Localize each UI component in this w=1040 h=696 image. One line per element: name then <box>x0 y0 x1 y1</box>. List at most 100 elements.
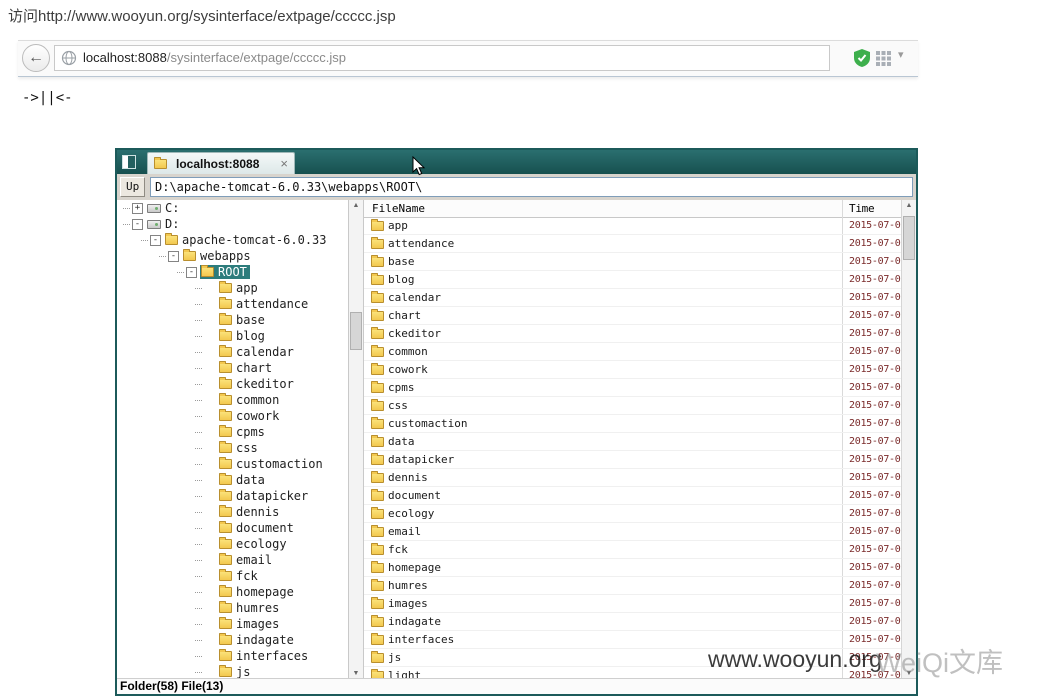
table-row[interactable]: ecology2015-07-09 <box>364 505 901 523</box>
file-name-link[interactable]: css <box>388 399 408 412</box>
window-titlebar[interactable]: localhost:8088 × <box>117 150 916 174</box>
table-row[interactable]: images2015-07-09 <box>364 595 901 613</box>
table-row[interactable]: calendar2015-07-09 <box>364 289 901 307</box>
tree-scroll-down-icon[interactable]: ▼ <box>349 670 363 677</box>
file-name-link[interactable]: images <box>388 597 428 610</box>
tree-item-base[interactable]: base <box>117 312 348 328</box>
tree-item-data[interactable]: data <box>117 472 348 488</box>
file-name-link[interactable]: homepage <box>388 561 441 574</box>
table-row[interactable]: dennis2015-07-09 <box>364 469 901 487</box>
tree-item-apache-tomcat-6-0-33[interactable]: -apache-tomcat-6.0.33 <box>117 232 348 248</box>
file-name-link[interactable]: app <box>388 219 408 232</box>
table-row[interactable]: fck2015-07-09 <box>364 541 901 559</box>
tree-item-images[interactable]: images <box>117 616 348 632</box>
tree-item-common[interactable]: common <box>117 392 348 408</box>
file-name-link[interactable]: attendance <box>388 237 454 250</box>
collapse-box-icon[interactable]: - <box>168 251 179 262</box>
tree-scroll-up-icon[interactable]: ▲ <box>349 202 363 209</box>
dropdown-caret-icon[interactable]: ▾ <box>898 48 904 61</box>
file-name-link[interactable]: common <box>388 345 428 358</box>
table-row[interactable]: app2015-07-09 <box>364 217 901 235</box>
tree-item-css[interactable]: css <box>117 440 348 456</box>
table-scrollbar[interactable]: ▲ ▼ <box>901 200 916 679</box>
column-header-filename[interactable]: FileName <box>364 200 843 217</box>
file-name-link[interactable]: chart <box>388 309 421 322</box>
tree-item-d[interactable]: -D: <box>117 216 348 232</box>
table-row[interactable]: indagate2015-07-09 <box>364 613 901 631</box>
tree-item-datapicker[interactable]: datapicker <box>117 488 348 504</box>
tree-item-ckeditor[interactable]: ckeditor <box>117 376 348 392</box>
file-name-link[interactable]: dennis <box>388 471 428 484</box>
tree-item-chart[interactable]: chart <box>117 360 348 376</box>
tree-scrollbar[interactable]: ▲ ▼ <box>348 200 364 679</box>
tree-item-homepage[interactable]: homepage <box>117 584 348 600</box>
file-name-link[interactable]: cpms <box>388 381 415 394</box>
table-row[interactable]: cpms2015-07-09 <box>364 379 901 397</box>
file-name-link[interactable]: email <box>388 525 421 538</box>
table-row[interactable]: ckeditor2015-07-09 <box>364 325 901 343</box>
file-name-link[interactable]: humres <box>388 579 428 592</box>
table-row[interactable]: attendance2015-07-09 <box>364 235 901 253</box>
tree-item-attendance[interactable]: attendance <box>117 296 348 312</box>
tree-item-customaction[interactable]: customaction <box>117 456 348 472</box>
file-name-link[interactable]: data <box>388 435 415 448</box>
tree-item-document[interactable]: document <box>117 520 348 536</box>
file-name-link[interactable]: ckeditor <box>388 327 441 340</box>
tree-item-blog[interactable]: blog <box>117 328 348 344</box>
table-row[interactable]: document2015-07-09 <box>364 487 901 505</box>
file-name-link[interactable]: calendar <box>388 291 441 304</box>
apps-grid-icon[interactable] <box>876 51 891 71</box>
tree-item-humres[interactable]: humres <box>117 600 348 616</box>
file-name-link[interactable]: fck <box>388 543 408 556</box>
tree-item-dennis[interactable]: dennis <box>117 504 348 520</box>
tree-item-c[interactable]: +C: <box>117 200 348 216</box>
table-row[interactable]: homepage2015-07-09 <box>364 559 901 577</box>
column-header-time[interactable]: Time <box>843 202 901 215</box>
tree-item-indagate[interactable]: indagate <box>117 632 348 648</box>
tree-item-cpms[interactable]: cpms <box>117 424 348 440</box>
table-row[interactable]: common2015-07-09 <box>364 343 901 361</box>
expand-box-icon[interactable]: + <box>132 203 143 214</box>
table-row[interactable]: data2015-07-09 <box>364 433 901 451</box>
tree-item-email[interactable]: email <box>117 552 348 568</box>
tree-item-interfaces[interactable]: interfaces <box>117 648 348 664</box>
tree-item-calendar[interactable]: calendar <box>117 344 348 360</box>
table-row[interactable]: chart2015-07-09 <box>364 307 901 325</box>
tree-item-cowork[interactable]: cowork <box>117 408 348 424</box>
collapse-box-icon[interactable]: - <box>186 267 197 278</box>
file-name-link[interactable]: blog <box>388 273 415 286</box>
up-button[interactable]: Up <box>120 177 145 197</box>
file-name-link[interactable]: ecology <box>388 507 434 520</box>
tree-item-app[interactable]: app <box>117 280 348 296</box>
tree-item-ecology[interactable]: ecology <box>117 536 348 552</box>
table-row[interactable]: css2015-07-09 <box>364 397 901 415</box>
table-row[interactable]: email2015-07-09 <box>364 523 901 541</box>
collapse-box-icon[interactable]: - <box>150 235 161 246</box>
file-name-link[interactable]: customaction <box>388 417 467 430</box>
file-name-link[interactable]: indagate <box>388 615 441 628</box>
table-scroll-thumb[interactable] <box>903 216 915 260</box>
table-row[interactable]: humres2015-07-09 <box>364 577 901 595</box>
table-row[interactable]: base2015-07-09 <box>364 253 901 271</box>
table-row[interactable]: datapicker2015-07-09 <box>364 451 901 469</box>
table-row[interactable]: customaction2015-07-09 <box>364 415 901 433</box>
path-input[interactable]: D:\apache-tomcat-6.0.33\webapps\ROOT\ <box>150 177 913 197</box>
file-name-link[interactable]: document <box>388 489 441 502</box>
tree-item-fck[interactable]: fck <box>117 568 348 584</box>
table-row[interactable]: cowork2015-07-09 <box>364 361 901 379</box>
file-name-link[interactable]: datapicker <box>388 453 454 466</box>
collapse-box-icon[interactable]: - <box>132 219 143 230</box>
tree-scroll-thumb[interactable] <box>350 312 362 350</box>
file-name-link[interactable]: base <box>388 255 415 268</box>
file-name-link[interactable]: js <box>388 651 401 664</box>
tree-item-root[interactable]: -ROOT <box>117 264 348 280</box>
tab-localhost[interactable]: localhost:8088 × <box>147 152 295 174</box>
file-name-link[interactable]: interfaces <box>388 633 454 646</box>
table-scroll-up-icon[interactable]: ▲ <box>902 202 916 209</box>
tree-item-js[interactable]: js <box>117 664 348 679</box>
file-name-link[interactable]: cowork <box>388 363 428 376</box>
tree-item-webapps[interactable]: -webapps <box>117 248 348 264</box>
table-row[interactable]: blog2015-07-09 <box>364 271 901 289</box>
tab-close-icon[interactable]: × <box>280 157 288 170</box>
back-button[interactable]: ← <box>22 44 50 72</box>
